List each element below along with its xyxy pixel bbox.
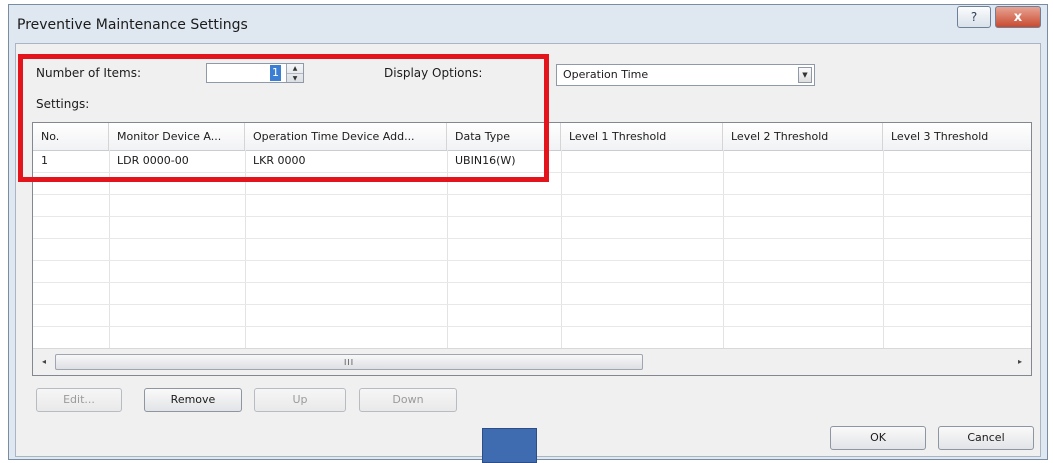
red-highlight-box — [18, 54, 549, 182]
help-icon: ? — [970, 10, 978, 24]
dropdown-arrow-icon[interactable]: ▼ — [798, 67, 812, 83]
scroll-right-icon[interactable]: ▸ — [1013, 354, 1027, 370]
close-button[interactable]: x — [995, 6, 1041, 28]
cancel-button[interactable]: Cancel — [938, 426, 1034, 450]
ok-button[interactable]: OK — [830, 426, 926, 450]
row-divider — [33, 282, 1031, 283]
row-divider — [33, 238, 1031, 239]
close-icon: x — [1013, 9, 1023, 25]
row-divider — [33, 260, 1031, 261]
display-options-value: Operation Time — [563, 68, 649, 81]
title-bar: Preventive Maintenance Settings ? x — [9, 5, 1047, 43]
scrollbar-grip-icon: III — [344, 358, 355, 367]
cell-level-1-threshold[interactable] — [561, 150, 723, 172]
help-button[interactable]: ? — [957, 6, 991, 28]
scroll-left-icon[interactable]: ◂ — [37, 354, 51, 370]
display-options-select[interactable]: Operation Time ▼ — [556, 64, 815, 86]
row-divider — [33, 326, 1031, 327]
up-button[interactable]: Up — [254, 388, 346, 412]
down-button[interactable]: Down — [359, 388, 457, 412]
column-divider — [561, 150, 562, 348]
horizontal-scrollbar[interactable]: ◂ III ▸ — [33, 348, 1031, 375]
column-header-level-3-threshold[interactable]: Level 3 Threshold — [883, 123, 1031, 150]
cell-level-3-threshold[interactable] — [883, 150, 1031, 172]
column-header-level-1-threshold[interactable]: Level 1 Threshold — [561, 123, 723, 150]
cell-level-2-threshold[interactable] — [723, 150, 883, 172]
row-divider — [33, 194, 1031, 195]
column-header-level-2-threshold[interactable]: Level 2 Threshold — [723, 123, 883, 150]
blue-overlay-box — [482, 428, 537, 463]
remove-button[interactable]: Remove — [144, 388, 242, 412]
row-divider — [33, 304, 1031, 305]
column-divider — [883, 150, 884, 348]
window-title: Preventive Maintenance Settings — [17, 17, 248, 33]
edit-button[interactable]: Edit... — [36, 388, 122, 412]
scrollbar-thumb[interactable]: III — [55, 354, 643, 370]
row-divider — [33, 216, 1031, 217]
column-divider — [723, 150, 724, 348]
